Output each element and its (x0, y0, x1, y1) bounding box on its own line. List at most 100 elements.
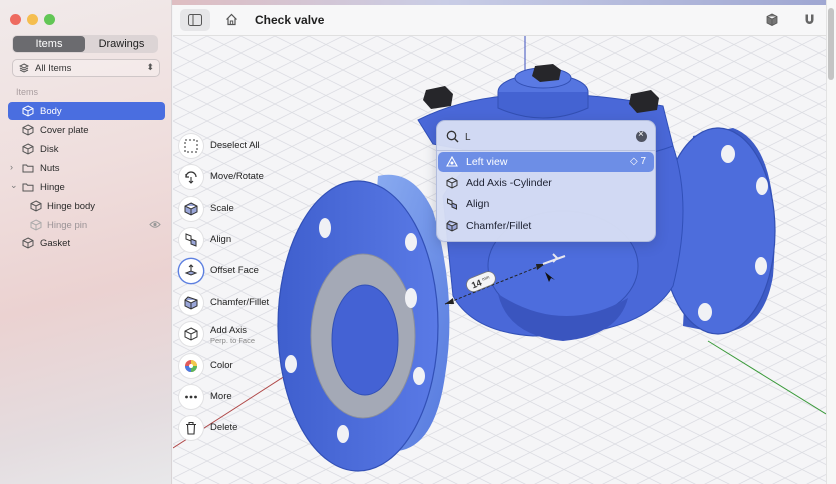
tree-item-label: Gasket (40, 238, 71, 249)
tool-icon-circle (179, 134, 203, 158)
tab-drawings[interactable]: Drawings (86, 36, 157, 52)
tool-sublabel: Perp. to Face (210, 336, 256, 345)
home-icon[interactable] (225, 13, 238, 26)
tree-item-label: Nuts (40, 163, 60, 174)
cube-icon (30, 219, 42, 231)
tool-color[interactable]: Color (177, 353, 297, 379)
tree-item-body[interactable]: Body (8, 102, 165, 120)
tool-label: Scale (210, 203, 234, 214)
tree-item-label: Hinge body (47, 201, 96, 212)
palette-result-left-view[interactable]: Left view ◇ 7 (438, 152, 654, 172)
move-rotate-icon (185, 171, 197, 184)
tool-icon-circle (179, 354, 203, 378)
tool-label: More (210, 391, 232, 402)
scale-icon (184, 202, 198, 216)
tool-label: Chamfer/Fillet (210, 297, 270, 308)
chevron-down-icon[interactable]: ⌄ (10, 180, 18, 191)
tool-align[interactable]: Align (177, 227, 297, 253)
clear-search-button[interactable] (636, 129, 647, 142)
command-palette: Left view ◇ 7 Add Axis -Cylinder Align C… (436, 120, 656, 242)
tree-item-label: Cover plate (40, 125, 89, 136)
align-icon (447, 198, 457, 210)
tool-offset-face[interactable]: Offset Face (177, 258, 297, 284)
tree-item-hinge[interactable]: ⌄ Hinge (8, 178, 165, 196)
search-icon (446, 130, 459, 143)
tool-chamfer-fillet[interactable]: Chamfer/Fillet (177, 290, 297, 316)
tree-item-label: Body (40, 106, 62, 117)
tree-item-cover-plate[interactable]: Cover plate (8, 121, 165, 139)
items-filter-label: All Items (35, 63, 72, 74)
tree-item-nuts[interactable]: › Nuts (8, 159, 165, 177)
tool-deselect-all[interactable]: Deselect All (177, 133, 297, 159)
add-axis-icon (184, 327, 198, 341)
app-window: Items Drawings All Items ⬍ Items Body Co… (0, 0, 826, 484)
tool-icon-circle (179, 165, 203, 189)
chevron-updown-icon: ⬍ (146, 62, 154, 72)
deselect-icon (184, 139, 198, 153)
zoom-window-button[interactable] (44, 14, 55, 25)
shortcut-label: ◇ 7 (629, 156, 646, 167)
palette-result-align[interactable]: Align (438, 194, 654, 214)
palette-result-label: Align (466, 198, 490, 210)
folder-icon (22, 164, 34, 173)
chevron-right-icon[interactable]: › (10, 162, 13, 172)
cube-icon (22, 237, 34, 249)
items-filter-dropdown[interactable]: All Items ⬍ (12, 59, 160, 77)
palette-result-chamfer-fillet[interactable]: Chamfer/Fillet (438, 216, 654, 236)
tool-delete[interactable]: Delete (177, 415, 297, 441)
scrollbar-thumb[interactable] (828, 8, 834, 80)
offset-face-icon (184, 264, 198, 276)
box-icon[interactable] (766, 13, 778, 26)
tree-item-label: Hinge pin (47, 220, 88, 231)
document-title: Check valve (255, 13, 325, 27)
tool-label: Color (210, 360, 233, 371)
tool-label: Delete (210, 422, 238, 433)
tool-icon-circle (179, 385, 203, 409)
tool-label: Move/Rotate (210, 171, 264, 182)
sidebar: Items Drawings All Items ⬍ Items Body Co… (0, 0, 172, 484)
tree-item-hinge-body[interactable]: Hinge body (8, 197, 165, 215)
tab-items[interactable]: Items (13, 36, 85, 52)
tool-icon-circle (179, 322, 203, 346)
color-icon (185, 360, 197, 372)
left-flange (277, 174, 450, 472)
view-icon (446, 156, 458, 167)
tool-label: Offset Face (210, 265, 259, 276)
sidebar-segmented-control: Items Drawings (12, 35, 158, 53)
palette-divider (437, 150, 655, 151)
tool-icon-circle (179, 291, 203, 315)
chamfer-icon (184, 296, 198, 310)
tool-scale[interactable]: Scale (177, 196, 297, 222)
toggle-sidebar-button[interactable] (180, 9, 210, 31)
eye-icon[interactable] (149, 220, 161, 229)
cube-icon (30, 200, 42, 212)
palette-result-label: Left view (466, 156, 508, 168)
folder-icon (22, 183, 34, 192)
stack-icon (19, 63, 29, 73)
palette-result-add-axis-cylinder[interactable]: Add Axis -Cylinder (438, 173, 654, 193)
items-section-label: Items (16, 87, 39, 97)
command-search-bar (443, 126, 651, 148)
tool-label: Add Axis (210, 325, 247, 336)
magnet-icon[interactable] (803, 13, 816, 26)
title-bar: Check valve (173, 5, 826, 36)
tool-more[interactable]: More (177, 384, 297, 410)
tree-item-label: Hinge (40, 182, 65, 193)
cube-icon (22, 105, 34, 117)
sidebar-icon (188, 14, 202, 26)
tool-icon-circle (179, 416, 203, 440)
tree-item-disk[interactable]: Disk (8, 140, 165, 158)
tool-add-axis[interactable]: Add Axis Perp. to Face (177, 321, 297, 347)
minimize-window-button[interactable] (27, 14, 38, 25)
tool-icon-circle (179, 228, 203, 252)
tree-item-gasket[interactable]: Gasket (8, 234, 165, 252)
more-icon (185, 395, 197, 399)
command-search-input[interactable] (465, 129, 625, 145)
chamfer-icon (446, 220, 458, 232)
tool-icon-circle (179, 197, 203, 221)
tree-item-hinge-pin[interactable]: Hinge pin (8, 216, 165, 234)
cube-icon (22, 143, 34, 155)
close-window-button[interactable] (10, 14, 21, 25)
cube-icon (446, 177, 458, 189)
tool-move-rotate[interactable]: Move/Rotate (177, 164, 297, 190)
